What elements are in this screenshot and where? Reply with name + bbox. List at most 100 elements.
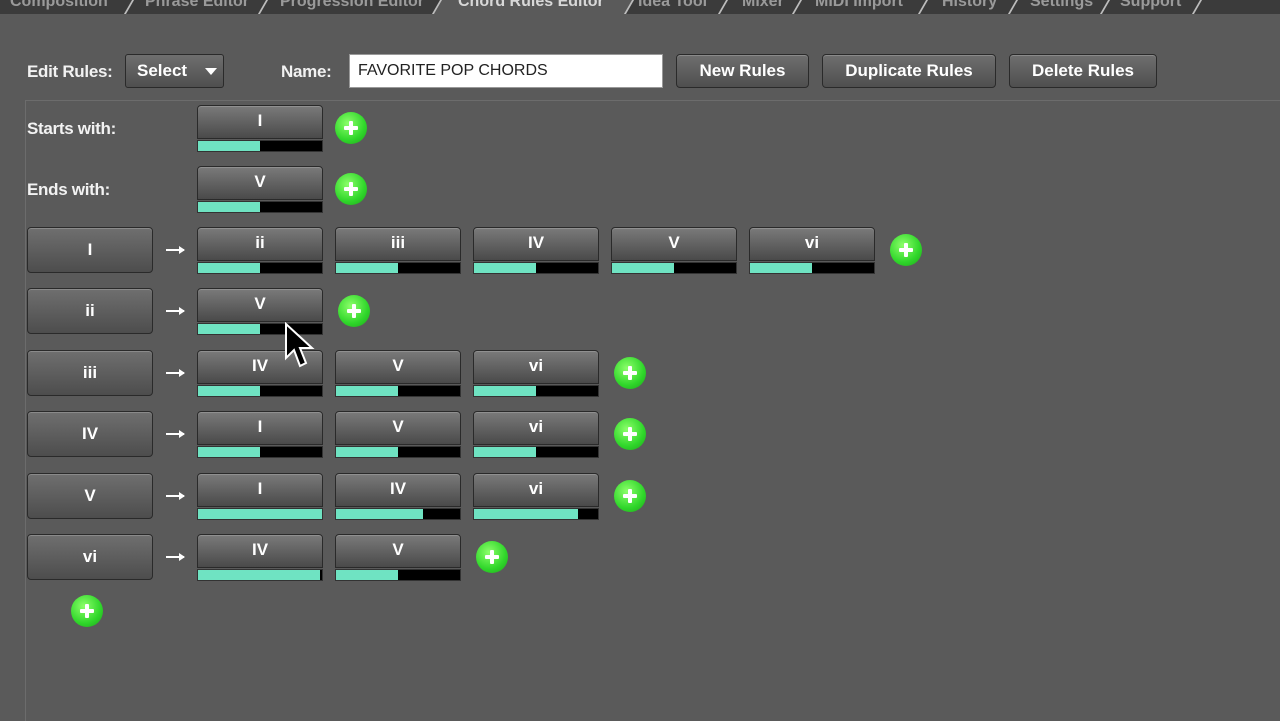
tab-support[interactable]: Support: [1120, 0, 1181, 12]
weight-slider[interactable]: [335, 507, 461, 520]
chord-tile-name: I: [197, 105, 323, 139]
tab-separator: [716, 0, 730, 14]
chord-tile-name: V: [611, 227, 737, 261]
chord-tile[interactable]: I: [197, 105, 323, 153]
add-target-chord-button[interactable]: [890, 234, 922, 266]
weight-slider[interactable]: [473, 446, 599, 459]
chord-tile-name: ii: [197, 227, 323, 261]
chord-tile[interactable]: V: [611, 227, 737, 275]
arrow-right-icon: [166, 368, 185, 377]
chord-tile[interactable]: V: [335, 534, 461, 582]
weight-slider[interactable]: [197, 140, 323, 152]
weight-slider[interactable]: [335, 446, 461, 459]
source-chord-button[interactable]: iii: [27, 349, 153, 396]
add-target-chord-button[interactable]: [476, 541, 508, 573]
chord-tile-name: IV: [197, 534, 323, 568]
tab-separator: [256, 0, 270, 14]
source-chord-button[interactable]: ii: [27, 288, 153, 335]
chord-tile[interactable]: vi: [473, 349, 599, 398]
chord-tile-name: V: [335, 411, 461, 446]
tab-midi-import[interactable]: MIDI Import: [815, 0, 903, 12]
chord-tile-name: V: [335, 349, 461, 384]
source-chord-button[interactable]: vi: [27, 534, 153, 580]
chord-tile-name: IV: [335, 472, 461, 507]
weight-slider-fill: [336, 385, 398, 396]
tab-separator: [916, 0, 930, 14]
chord-tile-name: vi: [473, 349, 599, 384]
tab-bar: Composition Phrase Editor Progression Edit…: [0, 0, 1280, 14]
chord-tile[interactable]: ii: [197, 227, 323, 275]
new-rules-button[interactable]: New Rules: [676, 54, 809, 88]
chord-tile[interactable]: vi: [473, 411, 599, 459]
weight-slider[interactable]: [197, 507, 323, 520]
tab-separator: [1006, 0, 1020, 14]
weight-slider-fill: [198, 202, 260, 212]
duplicate-rules-button[interactable]: Duplicate Rules: [822, 54, 996, 88]
add-end-chord-button[interactable]: [335, 173, 367, 205]
weight-slider[interactable]: [197, 262, 323, 274]
rules-name-input[interactable]: [349, 54, 663, 88]
chord-tile[interactable]: I: [197, 411, 323, 459]
tab-phrase-editor[interactable]: Phrase Editor: [145, 0, 249, 12]
weight-slider-fill: [336, 570, 398, 580]
weight-slider[interactable]: [197, 446, 323, 459]
chord-tile[interactable]: vi: [473, 472, 599, 521]
source-chord-button[interactable]: V: [27, 472, 153, 519]
weight-slider[interactable]: [473, 507, 599, 520]
weight-slider-fill: [198, 508, 322, 519]
weight-slider[interactable]: [611, 262, 737, 274]
chord-tile-name: vi: [473, 472, 599, 507]
weight-slider[interactable]: [197, 569, 323, 581]
source-chord-button[interactable]: I: [27, 227, 153, 273]
chevron-down-icon: [205, 68, 217, 75]
weight-slider[interactable]: [335, 384, 461, 397]
add-target-chord-button[interactable]: [614, 356, 646, 389]
ends-with-label: Ends with:: [27, 180, 110, 199]
chord-tile[interactable]: IV: [197, 534, 323, 582]
edit-rules-label: Edit Rules:: [27, 62, 113, 81]
arrow-right-icon: [166, 307, 185, 316]
tab-settings[interactable]: Settings: [1030, 0, 1093, 12]
arrow-right-icon: [166, 246, 185, 254]
weight-slider-fill: [336, 508, 423, 519]
chord-tile-name: I: [197, 472, 323, 507]
edit-rules-select[interactable]: Select: [125, 54, 224, 88]
weight-slider-fill: [198, 385, 260, 396]
weight-slider[interactable]: [749, 262, 875, 274]
chord-tile[interactable]: V: [197, 166, 323, 214]
add-target-chord-button[interactable]: [614, 479, 646, 512]
add-start-chord-button[interactable]: [335, 112, 367, 144]
tab-mixer[interactable]: Mixer: [742, 0, 784, 12]
weight-slider[interactable]: [197, 201, 323, 213]
tab-history[interactable]: History: [942, 0, 997, 12]
chord-tile[interactable]: V: [335, 349, 461, 398]
weight-slider[interactable]: [473, 384, 599, 397]
chord-tile-name: vi: [473, 411, 599, 446]
add-target-chord-button[interactable]: [614, 418, 646, 451]
weight-slider[interactable]: [197, 384, 323, 397]
chord-tile[interactable]: IV: [473, 227, 599, 275]
tab-composition[interactable]: Composition: [10, 0, 108, 12]
mouse-pointer-icon: [285, 322, 315, 368]
chord-tile[interactable]: V: [335, 411, 461, 459]
edit-rules-select-value: Select: [137, 61, 188, 80]
chord-tile[interactable]: vi: [749, 227, 875, 275]
weight-slider[interactable]: [473, 262, 599, 274]
chord-tile[interactable]: iii: [335, 227, 461, 275]
weight-slider-fill: [474, 263, 536, 273]
tab-idea-tool[interactable]: Idea Tool: [638, 0, 707, 12]
chord-tile-name: V: [197, 288, 323, 323]
tab-chord-rules-editor[interactable]: Chord Rules Editor: [458, 0, 604, 12]
delete-rules-button[interactable]: Delete Rules: [1009, 54, 1157, 88]
add-rule-button[interactable]: [71, 595, 103, 627]
weight-slider[interactable]: [335, 262, 461, 274]
tab-progression-editor[interactable]: Progression Editor: [280, 0, 424, 12]
chord-tile-name: iii: [335, 227, 461, 261]
chord-tile-name: V: [335, 534, 461, 568]
source-chord-button[interactable]: IV: [27, 411, 153, 458]
weight-slider-fill: [198, 447, 260, 458]
weight-slider-fill: [198, 324, 260, 335]
weight-slider[interactable]: [335, 569, 461, 581]
chord-tile[interactable]: I: [197, 472, 323, 521]
chord-tile[interactable]: IV: [335, 472, 461, 521]
